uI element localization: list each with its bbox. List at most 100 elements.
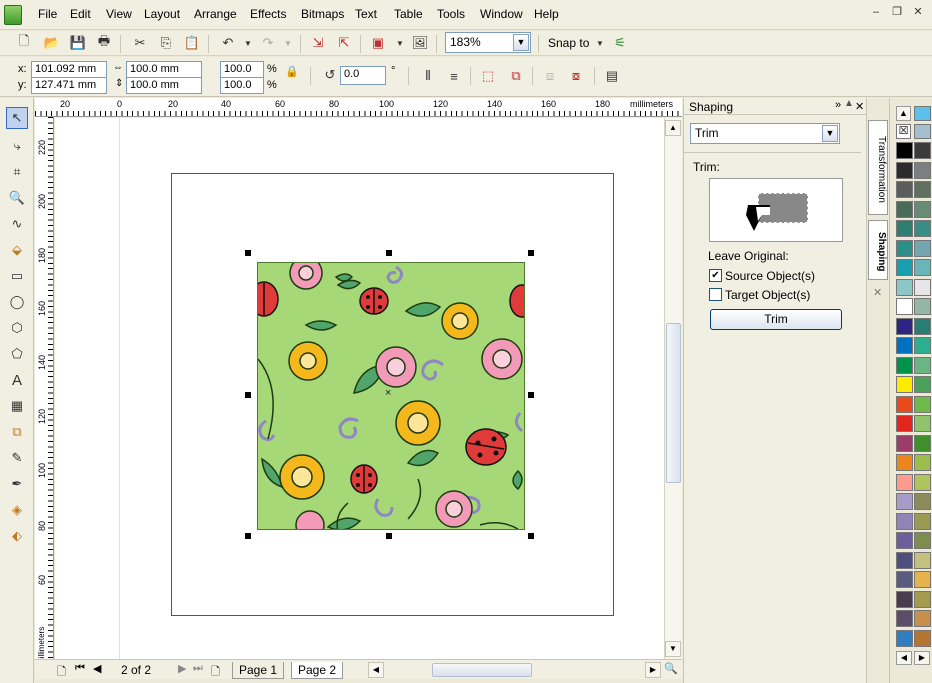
palette-swatch[interactable] [914, 590, 931, 608]
palette-swatch[interactable] [914, 200, 931, 218]
palette-swatch[interactable] [914, 376, 931, 393]
zoom-tool-icon[interactable]: 🔍 [6, 187, 28, 209]
tab-page-1[interactable]: Page 1 [232, 662, 285, 679]
palette-swatch[interactable] [896, 278, 913, 296]
target-objects-label[interactable]: Target Object(s) [725, 288, 810, 302]
menu-bitmaps[interactable]: Bitmaps [301, 7, 344, 21]
palette-swatch[interactable] [914, 532, 931, 549]
source-objects-label[interactable]: Source Object(s) [725, 269, 815, 283]
rectangle-tool-icon[interactable]: ▭ [6, 265, 28, 287]
ellipse-tool-icon[interactable]: ◯ [6, 291, 28, 313]
selection-handle-top-right[interactable] [528, 250, 534, 256]
undo-icon[interactable]: ↶ [218, 33, 238, 53]
palette-swatch[interactable] [914, 395, 931, 413]
close-icon[interactable]: ✕ [910, 6, 926, 20]
menu-edit[interactable]: Edit [70, 7, 91, 21]
x-position-input[interactable]: 101.092 mm [31, 61, 107, 78]
palette-swatch[interactable] [896, 454, 913, 471]
menu-text[interactable]: Text [355, 7, 377, 21]
application-launcher-icon[interactable]: ▣ [368, 33, 388, 53]
palette-swatch[interactable] [914, 239, 931, 257]
no-fill-swatch-icon[interactable]: ☒ [896, 124, 911, 139]
eyedropper-tool-icon[interactable]: ✎ [6, 447, 28, 469]
palette-swatch[interactable] [914, 610, 931, 627]
scroll-right-icon[interactable]: ▶ [645, 662, 661, 678]
horizontal-ruler[interactable]: 20 0 20 40 60 80 100 120 140 160 180 mil… [35, 98, 682, 117]
palette-swatch[interactable] [896, 317, 913, 335]
palette-swatch[interactable] [896, 220, 913, 237]
tab-page-2[interactable]: Page 2 [291, 662, 344, 679]
add-page-after-icon[interactable]: 🗋 [211, 663, 220, 682]
menu-effects[interactable]: Effects [250, 7, 286, 21]
palette-swatch[interactable] [896, 512, 913, 530]
arrange-icon[interactable]: ▤ [602, 66, 622, 86]
new-document-icon[interactable]: 🗋 [14, 33, 34, 53]
freehand-tool-icon[interactable]: ∿ [6, 213, 28, 235]
basic-shapes-icon[interactable]: ⬠ [6, 343, 28, 365]
save-icon[interactable]: 💾 [68, 33, 88, 53]
palette-swatch[interactable] [914, 259, 931, 276]
table-tool-icon[interactable]: ▦ [6, 395, 28, 417]
menu-table[interactable]: Table [394, 7, 423, 21]
palette-swatch[interactable] [896, 610, 913, 627]
snap-to-dropdown-icon[interactable]: ▼ [590, 33, 610, 53]
object-height-input[interactable]: 100.0 mm [126, 77, 202, 94]
combine-icon[interactable]: ⧈ [540, 66, 560, 86]
palette-swatch[interactable] [896, 473, 913, 491]
palette-swatch[interactable] [896, 259, 913, 276]
redo-icon[interactable]: ↷ [258, 33, 278, 53]
crop-tool-icon[interactable]: ⌗ [6, 161, 28, 183]
lock-ratio-icon[interactable]: 🔒 [282, 61, 302, 81]
palette-swatch[interactable] [914, 142, 931, 159]
tab-transformation[interactable]: Transformation [868, 120, 888, 215]
welcome-screen-icon[interactable]: 🖼 [410, 33, 430, 53]
selection-handle-top[interactable] [386, 250, 392, 256]
selection-handle-bottom-right[interactable] [528, 533, 534, 539]
shape-tool-icon[interactable]: ⤷ [6, 135, 28, 157]
palette-swatch[interactable] [896, 200, 913, 218]
palette-swatch[interactable] [896, 298, 913, 315]
palette-scroll-right-icon[interactable]: ▶ [914, 651, 930, 665]
cut-icon[interactable]: ✂ [130, 33, 150, 53]
close-tab-icon[interactable]: ✕ [873, 286, 882, 299]
palette-swatch[interactable] [896, 376, 913, 393]
export-icon[interactable]: ⇱ [334, 33, 354, 53]
collapse-docker-icon[interactable]: ▲ [844, 98, 854, 109]
scale-width-input[interactable]: 100.0 [220, 61, 264, 78]
menu-arrange[interactable]: Arrange [194, 7, 237, 21]
ungroup-icon[interactable]: ⧉ [506, 66, 526, 86]
menu-help[interactable]: Help [534, 7, 559, 21]
palette-swatch[interactable] [896, 434, 913, 452]
snap-to-button[interactable]: Snap to [548, 36, 589, 50]
mirror-vertical-icon[interactable]: ≡ [444, 66, 464, 86]
smart-fill-icon[interactable]: ⬙ [6, 239, 28, 261]
palette-swatch[interactable] [914, 356, 931, 374]
palette-swatch[interactable] [896, 239, 913, 257]
import-icon[interactable]: ⇲ [308, 33, 328, 53]
palette-scroll-left-icon[interactable]: ◀ [896, 651, 912, 665]
menu-file[interactable]: File [38, 7, 57, 21]
selection-handle-top-left[interactable] [245, 250, 251, 256]
fill-tool-icon[interactable]: ◈ [6, 499, 28, 521]
expand-docker-icon[interactable]: » [835, 99, 841, 111]
polygon-tool-icon[interactable]: ⬡ [6, 317, 28, 339]
launcher-dropdown-icon[interactable]: ▼ [390, 33, 410, 53]
break-apart-icon[interactable]: ⧇ [566, 66, 586, 86]
page-count-label[interactable]: 2 of 2 [121, 663, 151, 677]
horizontal-scroll-thumb[interactable] [432, 663, 532, 677]
palette-swatch[interactable] [914, 317, 931, 335]
palette-swatch[interactable] [896, 415, 913, 432]
menu-layout[interactable]: Layout [144, 7, 180, 21]
palette-cyan-swatch[interactable] [914, 106, 931, 121]
selection-handle-right[interactable] [528, 392, 534, 398]
chevron-down-icon[interactable]: ▼ [822, 125, 838, 142]
palette-swatch[interactable] [896, 590, 913, 608]
first-page-icon[interactable]: ⏮ [75, 662, 85, 675]
rotation-angle-input[interactable]: 0.0 [340, 66, 386, 85]
palette-swatch[interactable] [896, 493, 913, 510]
rotation-center-icon[interactable]: × [385, 388, 391, 399]
palette-swatch[interactable] [914, 512, 931, 530]
palette-swatch[interactable] [914, 124, 931, 139]
undo-dropdown-icon[interactable]: ▼ [238, 33, 258, 53]
vertical-scrollbar[interactable]: ▲ ▼ [664, 118, 682, 659]
